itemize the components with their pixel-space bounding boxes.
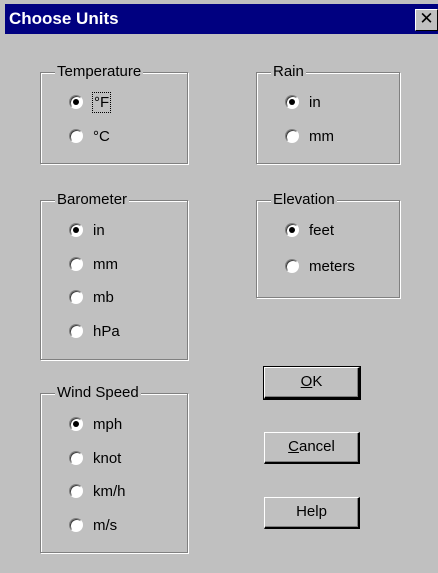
close-button[interactable]: ✕: [415, 9, 438, 31]
option-label: mph: [93, 416, 123, 433]
wind-speed-group: Wind Speed mph knot km/h m/s: [40, 384, 188, 553]
option-label: mb: [93, 289, 114, 306]
radio-button[interactable]: [69, 324, 83, 338]
radio-button[interactable]: [69, 257, 83, 271]
radio-button-selected[interactable]: [69, 417, 83, 431]
radio-button[interactable]: [69, 451, 83, 465]
ok-button[interactable]: OK: [263, 366, 361, 400]
help-button[interactable]: Help: [264, 497, 360, 529]
rain-group: Rain in mm: [256, 63, 400, 164]
option-label: m/s: [93, 517, 118, 534]
temperature-group: Temperature °F °C: [40, 63, 188, 164]
radio-button-selected[interactable]: [285, 95, 299, 109]
temperature-group-label: Temperature: [55, 63, 144, 81]
option-label: in: [309, 94, 321, 111]
cancel-button-label: ancel: [298, 438, 335, 455]
option-label: mm: [309, 128, 334, 145]
option-label: hPa: [93, 323, 120, 340]
radio-button[interactable]: [285, 129, 299, 143]
wind-speed-group-label: Wind Speed: [55, 384, 141, 402]
option-label: meters: [309, 258, 355, 275]
ok-button-mnemonic: O: [300, 373, 313, 390]
option-label: °C: [93, 128, 110, 145]
window-title: Choose Units: [9, 9, 119, 28]
radio-button[interactable]: [285, 259, 299, 273]
radio-button[interactable]: [69, 484, 83, 498]
option-label: feet: [309, 222, 335, 239]
radio-button-selected[interactable]: [69, 95, 83, 109]
title-bar[interactable]: Choose Units ✕: [5, 4, 438, 34]
option-label: mm: [93, 256, 118, 273]
barometer-group: Barometer in mm mb hPa: [40, 191, 188, 360]
rain-group-label: Rain: [271, 63, 306, 81]
option-label: km/h: [93, 483, 126, 500]
radio-button[interactable]: [69, 129, 83, 143]
ok-button-label: K: [312, 373, 323, 390]
choose-units-dialog: Choose Units ✕ Temperature °F °C Rain in…: [0, 0, 438, 573]
cancel-button-mnemonic: C: [288, 438, 299, 455]
barometer-group-label: Barometer: [55, 191, 130, 209]
option-label: knot: [93, 450, 122, 467]
radio-button-selected[interactable]: [285, 223, 299, 237]
option-label: °F: [91, 92, 112, 113]
elevation-group-label: Elevation: [271, 191, 337, 209]
cancel-button[interactable]: Cancel: [264, 432, 360, 464]
help-button-label: Help: [296, 503, 327, 520]
radio-button[interactable]: [69, 290, 83, 304]
radio-button-selected[interactable]: [69, 223, 83, 237]
close-icon: ✕: [419, 9, 434, 29]
option-label: in: [93, 222, 105, 239]
radio-button[interactable]: [69, 518, 83, 532]
elevation-group: Elevation feet meters: [256, 191, 400, 298]
